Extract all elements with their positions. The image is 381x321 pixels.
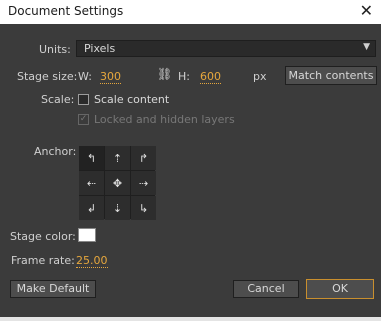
anchor-bottom-right[interactable]: ↳ <box>131 196 156 220</box>
scale-content-label: Scale content <box>94 93 170 106</box>
link-dimensions-icon[interactable]: ⛓ <box>157 67 172 81</box>
match-contents-button[interactable]: Match contents <box>285 66 377 85</box>
height-field[interactable]: 600 <box>200 70 221 84</box>
make-default-label: Make Default <box>16 282 90 295</box>
frame-rate-label: Frame rate: <box>11 254 75 267</box>
cancel-label: Cancel <box>247 282 285 295</box>
width-label: W: <box>78 70 92 83</box>
scale-content-checkbox[interactable] <box>78 94 89 105</box>
ok-label: OK <box>332 282 348 295</box>
width-field[interactable]: 300 <box>100 70 121 84</box>
make-default-button[interactable]: Make Default <box>10 280 96 298</box>
anchor-top-center[interactable]: ⇡ <box>105 146 130 170</box>
stage-color-label: Stage color: <box>10 230 76 243</box>
anchor-bottom-left[interactable]: ↲ <box>79 196 104 220</box>
anchor-center[interactable]: ✥ <box>105 171 130 195</box>
window-bottom-edge <box>0 317 381 321</box>
anchor-grid: ↰ ⇡ ↱ ⇠ ✥ ⇢ ↲ ⇣ ↳ <box>79 146 156 220</box>
anchor-middle-left[interactable]: ⇠ <box>79 171 104 195</box>
anchor-top-right[interactable]: ↱ <box>131 146 156 170</box>
anchor-bottom-center[interactable]: ⇣ <box>105 196 130 220</box>
units-value: Pixels <box>84 42 116 55</box>
anchor-top-left[interactable]: ↰ <box>79 146 104 170</box>
height-label: H: <box>178 70 190 83</box>
match-contents-label: Match contents <box>288 69 374 82</box>
frame-rate-field[interactable]: 25.00 <box>76 254 108 268</box>
document-settings-window: Document Settings ✕ Units: Pixels ▼ Stag… <box>0 0 381 321</box>
units-select[interactable]: Pixels ▼ <box>76 40 376 57</box>
cancel-button[interactable]: Cancel <box>233 280 299 298</box>
scale-label: Scale: <box>41 93 75 106</box>
ok-button[interactable]: OK <box>306 279 374 299</box>
title-bar: Document Settings ✕ <box>0 0 381 24</box>
close-icon[interactable]: ✕ <box>360 1 373 20</box>
stage-color-swatch[interactable] <box>78 228 96 242</box>
anchor-label: Anchor: <box>34 145 77 158</box>
window-title: Document Settings <box>8 4 124 18</box>
stage-size-label: Stage size: <box>17 70 78 83</box>
chevron-down-icon: ▼ <box>363 42 370 52</box>
anchor-middle-right[interactable]: ⇢ <box>131 171 156 195</box>
locked-hidden-checkbox: ✓ <box>78 114 89 125</box>
unit-label: px <box>253 70 267 83</box>
units-label: Units: <box>39 43 71 56</box>
locked-hidden-label: Locked and hidden layers <box>94 113 235 126</box>
